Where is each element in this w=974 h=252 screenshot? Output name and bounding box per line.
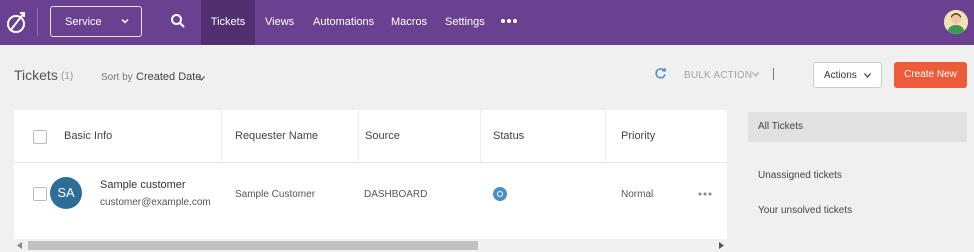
column-header-priority[interactable]: Priority: [621, 130, 655, 142]
column-header-basic-info[interactable]: Basic Info: [64, 130, 112, 142]
sidebar-item-your-unsolved-tickets[interactable]: Your unsolved tickets: [748, 205, 967, 216]
logo-divider: [37, 8, 38, 36]
column-divider: [480, 110, 481, 163]
user-avatar-icon: [944, 10, 968, 34]
column-divider: [221, 110, 222, 163]
chevron-down-icon[interactable]: [752, 72, 759, 77]
tab-macros[interactable]: Macros: [391, 0, 427, 45]
horizontal-scrollbar[interactable]: [14, 239, 727, 252]
requester-name-cell: Sample Customer: [235, 189, 316, 200]
row-checkbox[interactable]: [33, 187, 47, 201]
user-avatar[interactable]: [944, 10, 968, 34]
tab-views[interactable]: Views: [265, 0, 294, 45]
tab-settings[interactable]: Settings: [445, 0, 485, 45]
tab-automations[interactable]: Automations: [313, 0, 374, 45]
row-more-options-icon[interactable]: [698, 192, 712, 196]
select-all-checkbox[interactable]: [33, 130, 47, 144]
chevron-down-icon: [864, 73, 871, 78]
status-open-icon: [493, 187, 507, 201]
scroll-left-arrow-icon[interactable]: [17, 242, 23, 249]
logo-icon[interactable]: [6, 9, 28, 35]
sidebar-item-all-tickets[interactable]: All Tickets: [748, 112, 967, 142]
refresh-icon[interactable]: [654, 67, 667, 80]
column-header-requester-name[interactable]: Requester Name: [235, 130, 318, 142]
bulk-action-dropdown[interactable]: BULK ACTION: [684, 70, 752, 81]
ticket-count: (1): [61, 71, 74, 82]
scrollbar-thumb[interactable]: [28, 241, 478, 250]
column-divider: [358, 110, 359, 163]
create-new-button[interactable]: Create New: [894, 62, 967, 88]
top-nav-bar: Service Tickets Views Automations Macros…: [0, 0, 974, 45]
scroll-right-arrow-icon[interactable]: [718, 242, 724, 249]
tab-tickets[interactable]: Tickets: [201, 0, 255, 45]
service-dropdown-label: Service: [65, 16, 102, 28]
priority-cell: Normal: [621, 189, 654, 200]
sidebar-item-unassigned-tickets[interactable]: Unassigned tickets: [748, 170, 967, 181]
sort-by-label: Sort by: [101, 72, 133, 83]
customer-name-link[interactable]: Sample customer: [100, 179, 186, 191]
column-divider: [605, 110, 606, 163]
customer-email: customer@example.com: [100, 197, 211, 208]
actions-button[interactable]: Actions: [813, 62, 882, 88]
chevron-down-icon[interactable]: [198, 76, 205, 81]
toolbar-divider: [773, 68, 774, 80]
more-options-icon[interactable]: [500, 16, 518, 26]
customer-avatar: SA: [50, 177, 82, 209]
service-dropdown[interactable]: Service: [50, 6, 142, 37]
column-header-source[interactable]: Source: [365, 130, 400, 142]
actions-button-label: Actions: [824, 70, 857, 81]
sort-by-dropdown[interactable]: Created Date: [136, 71, 201, 83]
search-icon[interactable]: [170, 13, 186, 29]
column-header-status[interactable]: Status: [493, 130, 524, 142]
chevron-down-icon: [121, 18, 129, 24]
page-title: Tickets: [14, 67, 58, 83]
source-cell: DASHBOARD: [364, 189, 428, 200]
